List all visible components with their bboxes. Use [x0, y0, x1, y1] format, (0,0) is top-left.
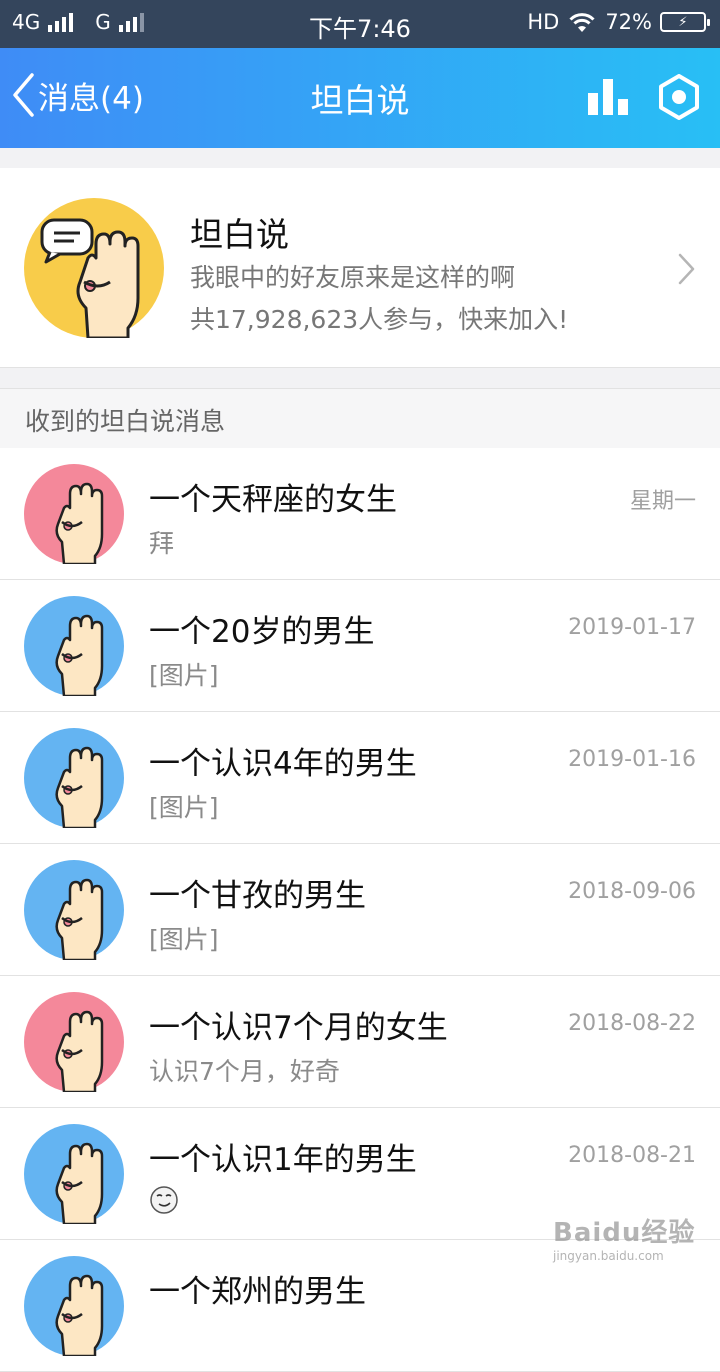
hand-avatar-icon — [24, 992, 124, 1092]
message-preview: 拜 — [149, 529, 175, 558]
hand-avatar-icon — [24, 1124, 124, 1224]
sender-name: 一个天秤座的女生 — [149, 482, 397, 518]
message-row[interactable]: 一个20岁的男生 2019-01-17 [图片] — [0, 580, 720, 712]
card-subtitle: 我眼中的好友原来是这样的啊 — [190, 263, 516, 292]
hand-avatar-icon — [24, 596, 124, 696]
hexagon-settings-icon — [659, 74, 699, 120]
message-date: 2019-01-16 — [568, 747, 696, 772]
battery-icon: ⚡ — [660, 12, 710, 32]
message-date: 2019-01-17 — [568, 615, 696, 640]
battery-percent: 72% — [605, 10, 652, 34]
status-bar: 4G G 下午7:46 HD 72% ⚡ — [0, 0, 720, 48]
message-row[interactable]: 一个认识4年的男生 2019-01-16 [图片] — [0, 712, 720, 844]
nav-bar: 消息(4) 坦白说 — [0, 48, 720, 148]
message-preview: [图片] — [149, 925, 219, 954]
message-date: 星期一 — [629, 489, 696, 514]
chevron-right-icon — [678, 253, 695, 285]
message-row[interactable]: 一个天秤座的女生 星期一 拜 — [0, 448, 720, 580]
card-title: 坦白说 — [190, 215, 289, 254]
watermark-sub: jingyan.baidu.com — [553, 1249, 664, 1263]
message-preview: 认识7个月，好奇 — [149, 1057, 340, 1086]
participant-count: 共17,928,623人参与，快来加入! — [190, 305, 569, 334]
baidu-watermark: Baidu经验 jingyan.baidu.com — [553, 1212, 695, 1263]
watermark-main: Baidu经验 — [553, 1218, 696, 1248]
sender-name: 一个郑州的男生 — [149, 1274, 366, 1310]
message-row[interactable]: 一个甘孜的男生 2018-09-06 [图片] — [0, 844, 720, 976]
message-preview: [图片] — [149, 661, 219, 690]
section-header: 收到的坦白说消息 — [0, 388, 720, 449]
settings-button[interactable] — [656, 74, 702, 124]
message-row[interactable]: 一个认识7个月的女生 2018-08-22 认识7个月，好奇 — [0, 976, 720, 1108]
bar-chart-icon — [588, 79, 628, 115]
sender-name: 一个认识7个月的女生 — [149, 1010, 448, 1046]
confession-intro-card[interactable]: 坦白说 我眼中的好友原来是这样的啊 共17,928,623人参与，快来加入! — [0, 168, 720, 368]
hd-label: HD — [527, 10, 560, 34]
hand-avatar-icon — [24, 464, 124, 564]
hand-avatar-icon — [24, 728, 124, 828]
stats-button[interactable] — [586, 75, 630, 121]
sender-name: 一个认识1年的男生 — [149, 1142, 417, 1178]
smirk-emoji-icon — [150, 1186, 178, 1214]
message-date: 2018-08-22 — [568, 1011, 696, 1036]
message-date: 2018-08-21 — [568, 1143, 696, 1168]
status-right: HD 72% ⚡ — [527, 10, 710, 34]
hand-avatar-icon — [24, 1256, 124, 1356]
message-date: 2018-09-06 — [568, 879, 696, 904]
confession-hand-logo-icon — [24, 198, 164, 338]
sender-name: 一个20岁的男生 — [149, 614, 375, 650]
sender-name: 一个甘孜的男生 — [149, 878, 366, 914]
sender-name: 一个认识4年的男生 — [149, 746, 417, 782]
section-header-label: 收到的坦白说消息 — [25, 407, 226, 436]
message-preview: [图片] — [149, 793, 219, 822]
hand-avatar-icon — [24, 860, 124, 960]
wifi-icon — [569, 13, 595, 32]
